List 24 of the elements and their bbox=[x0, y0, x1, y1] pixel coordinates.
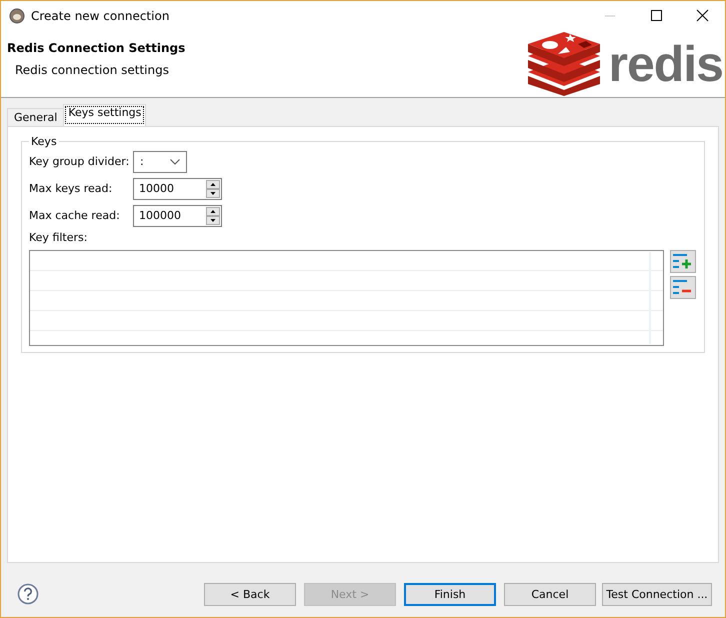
dialog-button[interactable]: Test Connection ... bbox=[602, 582, 712, 606]
logo-text: redis bbox=[608, 39, 723, 89]
divider-dropdown[interactable]: : bbox=[133, 150, 187, 172]
dialog-button[interactable]: < Back bbox=[204, 582, 296, 606]
app-icon bbox=[9, 8, 25, 24]
field-label: Key group divider: bbox=[29, 155, 130, 168]
field-label: Max cache read: bbox=[29, 209, 121, 222]
help-icon[interactable] bbox=[17, 583, 39, 605]
list-add-icon bbox=[673, 252, 693, 270]
window-title: Create new connection bbox=[31, 9, 170, 23]
field-label: Max keys read: bbox=[29, 182, 114, 195]
chevron-icon bbox=[170, 158, 180, 164]
dialog-button[interactable]: Finish bbox=[404, 582, 496, 606]
group-title: Keys bbox=[30, 135, 58, 148]
remove-filter-button[interactable] bbox=[670, 276, 696, 299]
tab[interactable]: Keys settings bbox=[63, 104, 146, 126]
filters-table[interactable] bbox=[29, 250, 664, 346]
add-filter-button[interactable] bbox=[670, 250, 696, 273]
tab[interactable]: General bbox=[7, 108, 64, 126]
page-title: Redis Connection Settings bbox=[7, 41, 186, 55]
dialog-button[interactable]: Cancel bbox=[504, 582, 596, 606]
field-label: Key filters: bbox=[29, 231, 88, 244]
list-remove-icon bbox=[673, 278, 693, 296]
page-subtitle: Redis connection settings bbox=[15, 63, 170, 77]
